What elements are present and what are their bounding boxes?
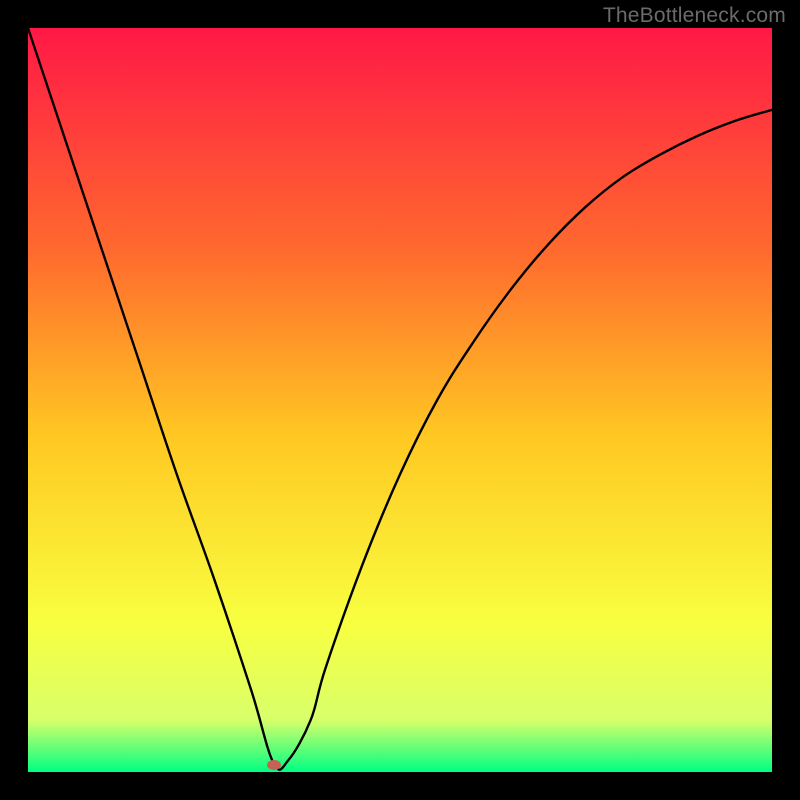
gradient-background [28,28,772,772]
watermark-label: TheBottleneck.com [603,4,786,28]
chart-frame: TheBottleneck.com [0,0,800,800]
plot-svg [28,28,772,772]
plot-area [28,28,772,772]
